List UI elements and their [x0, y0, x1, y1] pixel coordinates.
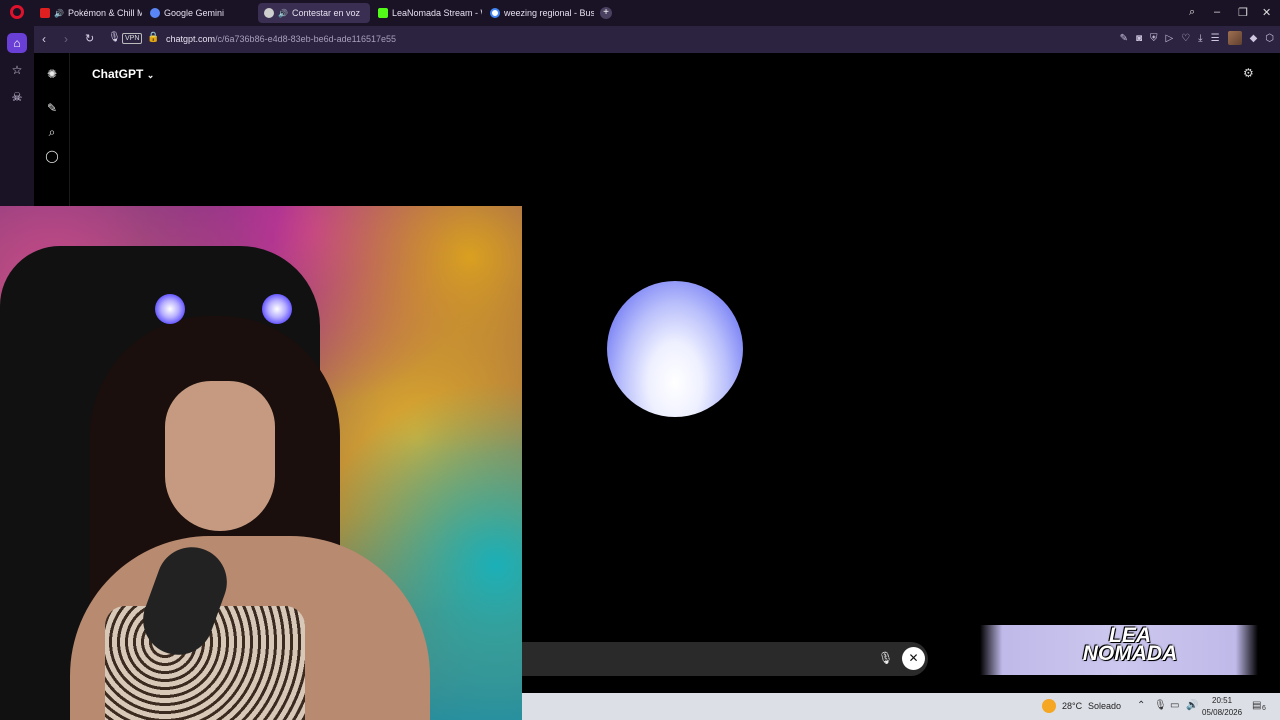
- chevron-up-icon[interactable]: ⌃: [1137, 700, 1145, 711]
- tab-pokemon-chill-mix[interactable]: 🔊 Pokémon & Chill Mix |: [34, 3, 142, 23]
- new-chat-icon[interactable]: ✎: [45, 101, 59, 115]
- chat-bubble-icon[interactable]: ◯: [45, 149, 59, 163]
- search-icon[interactable]: ⌕: [45, 125, 59, 139]
- vpn-badge[interactable]: VPN: [122, 33, 143, 44]
- clock-date[interactable]: 05/08/2026: [1202, 708, 1242, 717]
- weather-sun-icon[interactable]: [1042, 699, 1056, 713]
- aria-icon[interactable]: ◆: [1250, 33, 1258, 44]
- opera-logo-icon[interactable]: [10, 5, 24, 19]
- speaker-icon: 🔊: [278, 8, 288, 18]
- tab-label: Google Gemini: [164, 8, 225, 18]
- url-field[interactable]: chatgpt.com/c/6a736b86-e4d8-83eb-be6d-ad…: [166, 34, 396, 44]
- download-icon[interactable]: ⤓: [1198, 33, 1202, 44]
- tab-weezing-regional[interactable]: weezing regional - Buscar: [484, 3, 594, 23]
- chevron-down-icon: ⌄: [146, 70, 155, 80]
- tab-search-icon[interactable]: ⌕: [1189, 6, 1195, 19]
- microphone-icon[interactable]: 🎙: [878, 651, 893, 665]
- lea-nomada-logo: LEA NOMADA: [1082, 624, 1178, 665]
- tab-label: LeaNomada Stream - Wat: [392, 8, 482, 18]
- address-bar-row: ‹ › ↻ 🎙 VPN 🔒 chatgpt.com/c/6a736b86-e4d…: [34, 26, 1280, 53]
- star-icon[interactable]: ☆: [7, 60, 27, 80]
- home-icon[interactable]: ⌂: [7, 33, 27, 53]
- volume-icon[interactable]: 🔊: [1186, 700, 1198, 711]
- new-tab-plus-icon[interactable]: +: [600, 7, 612, 19]
- kick-favicon-icon: [378, 8, 388, 18]
- shield-icon[interactable]: ⛨: [1150, 33, 1158, 44]
- voice-orb: [607, 281, 743, 417]
- menu-icon[interactable]: ☰: [1211, 33, 1220, 44]
- model-selector[interactable]: ChatGPT ⌄: [92, 67, 154, 81]
- glowing-cat-ear-left: [155, 294, 185, 324]
- minimize-icon[interactable]: –: [1214, 6, 1220, 18]
- speaker-icon: 🔊: [54, 8, 64, 18]
- tab-google-gemini[interactable]: Google Gemini: [144, 3, 254, 23]
- close-window-icon[interactable]: ✕: [1262, 6, 1271, 19]
- reload-icon[interactable]: ↻: [85, 32, 94, 45]
- browser-tab-strip: 🔊 Pokémon & Chill Mix | Google Gemini 🔊 …: [0, 0, 1280, 26]
- play-icon[interactable]: ▷: [1166, 33, 1174, 44]
- tab-contestar-en-voz[interactable]: 🔊 Contestar en voz: [258, 3, 370, 23]
- model-title: ChatGPT: [92, 67, 144, 81]
- openai-logo-icon[interactable]: ✺: [45, 67, 59, 81]
- forward-arrow-icon[interactable]: ›: [64, 32, 68, 46]
- tab-label: weezing regional - Buscar: [504, 8, 594, 18]
- toolbar-icons: ✎ ◙ ⛨ ▷ ♡ ⤓ ☰ ◆ ⬡: [1120, 31, 1274, 45]
- youtube-favicon-icon: [40, 8, 50, 18]
- streamer-face: [165, 381, 275, 531]
- profile-avatar[interactable]: [1227, 31, 1242, 45]
- microphone-icon[interactable]: 🎙: [1154, 700, 1167, 711]
- heart-icon[interactable]: ♡: [1181, 33, 1190, 44]
- extensions-icon[interactable]: ⬡: [1265, 33, 1274, 44]
- gemini-favicon-icon: [150, 8, 160, 18]
- weather-condition[interactable]: Soleado: [1088, 701, 1121, 711]
- url-path: /c/6a736b86-e4d8-83eb-be6d-ade116517e55: [215, 34, 397, 44]
- weather-temperature[interactable]: 28°C: [1062, 701, 1082, 711]
- windows-taskbar: 28°C Soleado ⌃ 🎙 ▭ 🔊 20:51 05/08/2026 ▤ …: [522, 693, 1280, 720]
- camera-icon[interactable]: ◙: [1136, 33, 1142, 44]
- edit-icon[interactable]: ✎: [1120, 33, 1128, 44]
- tab-leanomada-stream[interactable]: LeaNomada Stream - Wat: [372, 3, 482, 23]
- notification-icon[interactable]: ▤: [1252, 700, 1261, 711]
- google-favicon-icon: [490, 8, 500, 18]
- clock-time[interactable]: 20:51: [1212, 696, 1232, 705]
- notification-count: 6: [1262, 705, 1266, 712]
- restore-icon[interactable]: ❐: [1238, 6, 1248, 19]
- lock-icon[interactable]: 🔒: [147, 32, 159, 43]
- tab-label: Contestar en voz: [291, 8, 361, 18]
- webcam-overlay: [0, 206, 522, 720]
- chatgpt-favicon-icon: [264, 8, 274, 18]
- voice-input-bar[interactable]: 🎙 ✕: [522, 642, 928, 676]
- glowing-cat-ear-right: [262, 294, 292, 324]
- back-arrow-icon[interactable]: ‹: [42, 32, 46, 46]
- tab-label: Pokémon & Chill Mix |: [67, 8, 142, 18]
- opera-sidebar: ⌂ ☆ ☠: [0, 26, 34, 206]
- end-voice-close-button[interactable]: ✕: [902, 647, 925, 670]
- microphone-icon[interactable]: 🎙: [108, 32, 121, 43]
- url-host: chatgpt.com: [166, 34, 216, 44]
- network-icon[interactable]: ▭: [1170, 700, 1179, 711]
- skull-icon[interactable]: ☠: [7, 87, 27, 107]
- voice-settings-icon[interactable]: ⚙: [1243, 66, 1254, 80]
- chatgpt-rail: ✺ ✎ ⌕ ◯: [34, 53, 70, 206]
